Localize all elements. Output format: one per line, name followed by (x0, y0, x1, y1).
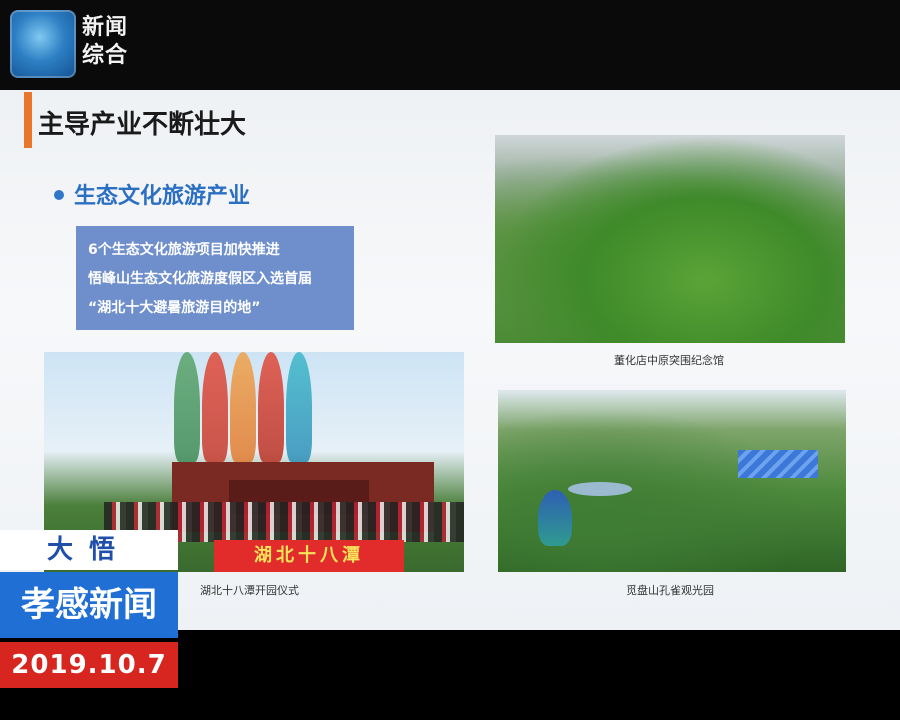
program-title: 孝感新闻 (0, 572, 178, 638)
title-accent-bar (24, 92, 32, 148)
slide-title: 主导产业不断壮大 (38, 110, 247, 140)
broadcast-date: 2019.10.7 (0, 642, 178, 688)
photo-caption: 觅盘山孔雀观光园 (626, 584, 714, 597)
photo-caption: 湖北十八潭开园仪式 (200, 584, 299, 597)
red-smoke (202, 352, 228, 462)
green-smoke (174, 352, 200, 462)
channel-name-line1: 新闻 (82, 15, 129, 40)
lake (568, 482, 632, 496)
info-box: 6个生态文化旅游项目加快推进 悟峰山生态文化旅游度假区入选首届 “湖北十大避暑旅… (76, 226, 354, 330)
info-line: “湖北十大避暑旅游目的地” (88, 300, 261, 316)
cyan-smoke (286, 352, 312, 462)
info-line: 6个生态文化旅游项目加快推进 (88, 242, 280, 258)
channel-name-line2: 综合 (82, 43, 129, 68)
blue-roofs (738, 450, 818, 478)
channel-name: 新闻 综合 (82, 14, 128, 70)
bullet-dot-icon (54, 190, 64, 200)
ceremony-banner: 湖北十八潭 (214, 540, 404, 572)
peacock-park-photo (498, 390, 846, 572)
red-smoke (258, 352, 284, 462)
orange-smoke (230, 352, 256, 462)
memorial-hall-photo (495, 135, 845, 343)
location-label: 大悟 (0, 530, 178, 570)
info-line: 悟峰山生态文化旅游度假区入选首届 (88, 271, 312, 287)
photo-caption: 董化店中原突围纪念馆 (614, 354, 724, 367)
channel-logo-icon (10, 10, 76, 78)
peacock-statue (538, 490, 572, 546)
channel-bar: 新闻 综合 (0, 0, 900, 90)
bullet-heading: 生态文化旅游产业 (74, 184, 251, 209)
news-lower-third: 大悟 孝感新闻 2019.10.7 (0, 530, 180, 690)
